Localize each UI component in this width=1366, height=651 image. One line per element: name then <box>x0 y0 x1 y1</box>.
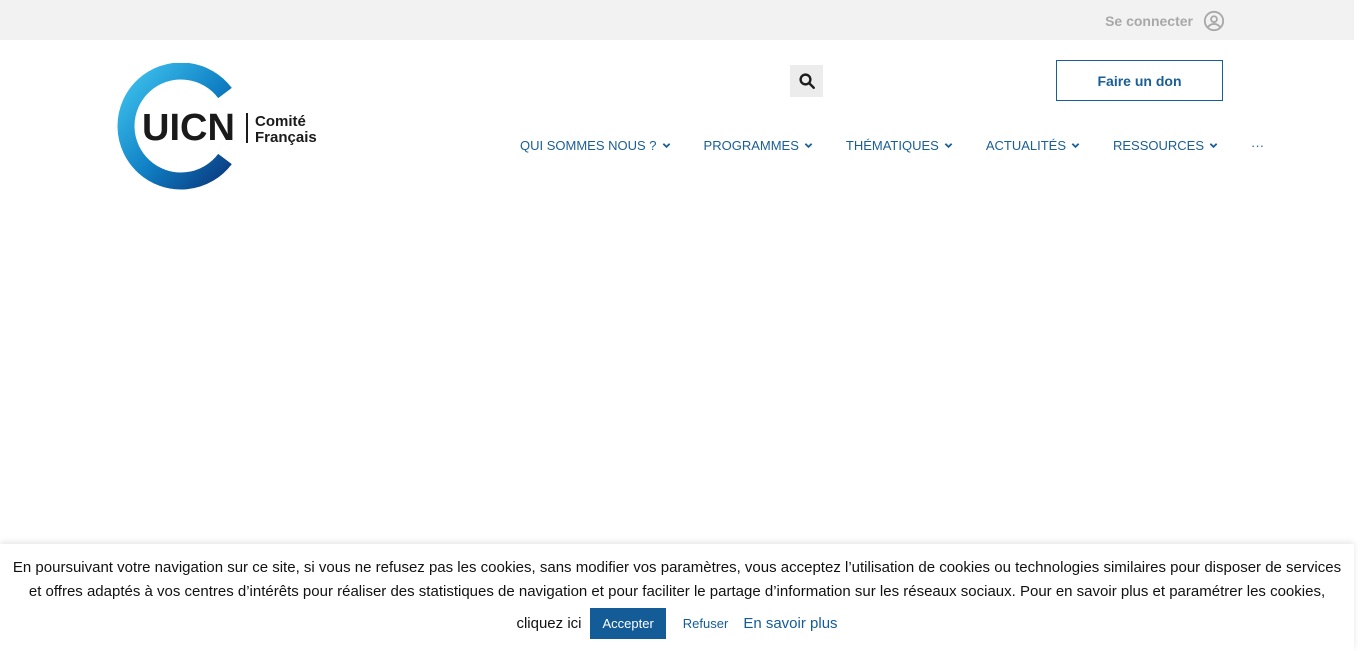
chevron-down-icon <box>662 143 670 149</box>
user-circle-icon <box>1203 10 1225 32</box>
nav-item-thematiques[interactable]: THÉMATIQUES <box>846 138 953 153</box>
cookie-actions: cliquez ici Accepter Refuser En savoir p… <box>516 608 838 639</box>
chevron-down-icon <box>1209 143 1218 149</box>
refuse-button[interactable]: Refuser <box>683 616 729 631</box>
logo-mark: UICN Comité Français <box>117 62 317 190</box>
nav-item-label: ACTUALITÉS <box>985 138 1066 153</box>
login-link[interactable]: Se connecter <box>1105 10 1225 32</box>
search-button[interactable] <box>790 65 823 97</box>
cookie-click-here: cliquez ici <box>516 615 582 632</box>
cookie-text: En poursuivant votre navigation sur ce s… <box>12 559 1342 600</box>
accept-button[interactable]: Accepter <box>590 608 666 639</box>
chevron-down-icon <box>1071 143 1080 149</box>
nav-item-label: THÉMATIQUES <box>845 138 939 153</box>
main-nav: QUI SOMMES NOUS ? PROGRAMMES THÉMATIQUES… <box>520 138 1264 153</box>
logo-line2-text: Français <box>255 129 317 146</box>
nav-item-actualites[interactable]: ACTUALITÉS <box>986 138 1080 153</box>
logo[interactable]: UICN Comité Français <box>108 62 328 190</box>
nav-item-ressources[interactable]: RESSOURCES <box>1113 138 1218 153</box>
login-label: Se connecter <box>1105 13 1193 29</box>
learn-more-link[interactable]: En savoir plus <box>743 615 837 632</box>
donate-button[interactable]: Faire un don <box>1056 60 1223 101</box>
nav-item-programmes[interactable]: PROGRAMMES <box>704 138 813 153</box>
nav-more-button[interactable]: ··· <box>1251 138 1264 153</box>
nav-item-label: RESSOURCES <box>1113 138 1205 153</box>
nav-item-qui-sommes-nous[interactable]: QUI SOMMES NOUS ? <box>520 138 671 153</box>
nav-item-label: PROGRAMMES <box>703 138 799 153</box>
logo-brand-text: UICN <box>142 107 235 149</box>
cookie-banner: En poursuivant votre navigation sur ce s… <box>0 544 1354 651</box>
nav-item-label: QUI SOMMES NOUS ? <box>520 138 657 153</box>
chevron-down-icon <box>944 143 953 149</box>
logo-line1-text: Comité <box>255 113 306 130</box>
top-bar: Se connecter <box>0 0 1354 40</box>
search-icon <box>798 73 815 89</box>
chevron-down-icon <box>804 143 813 149</box>
